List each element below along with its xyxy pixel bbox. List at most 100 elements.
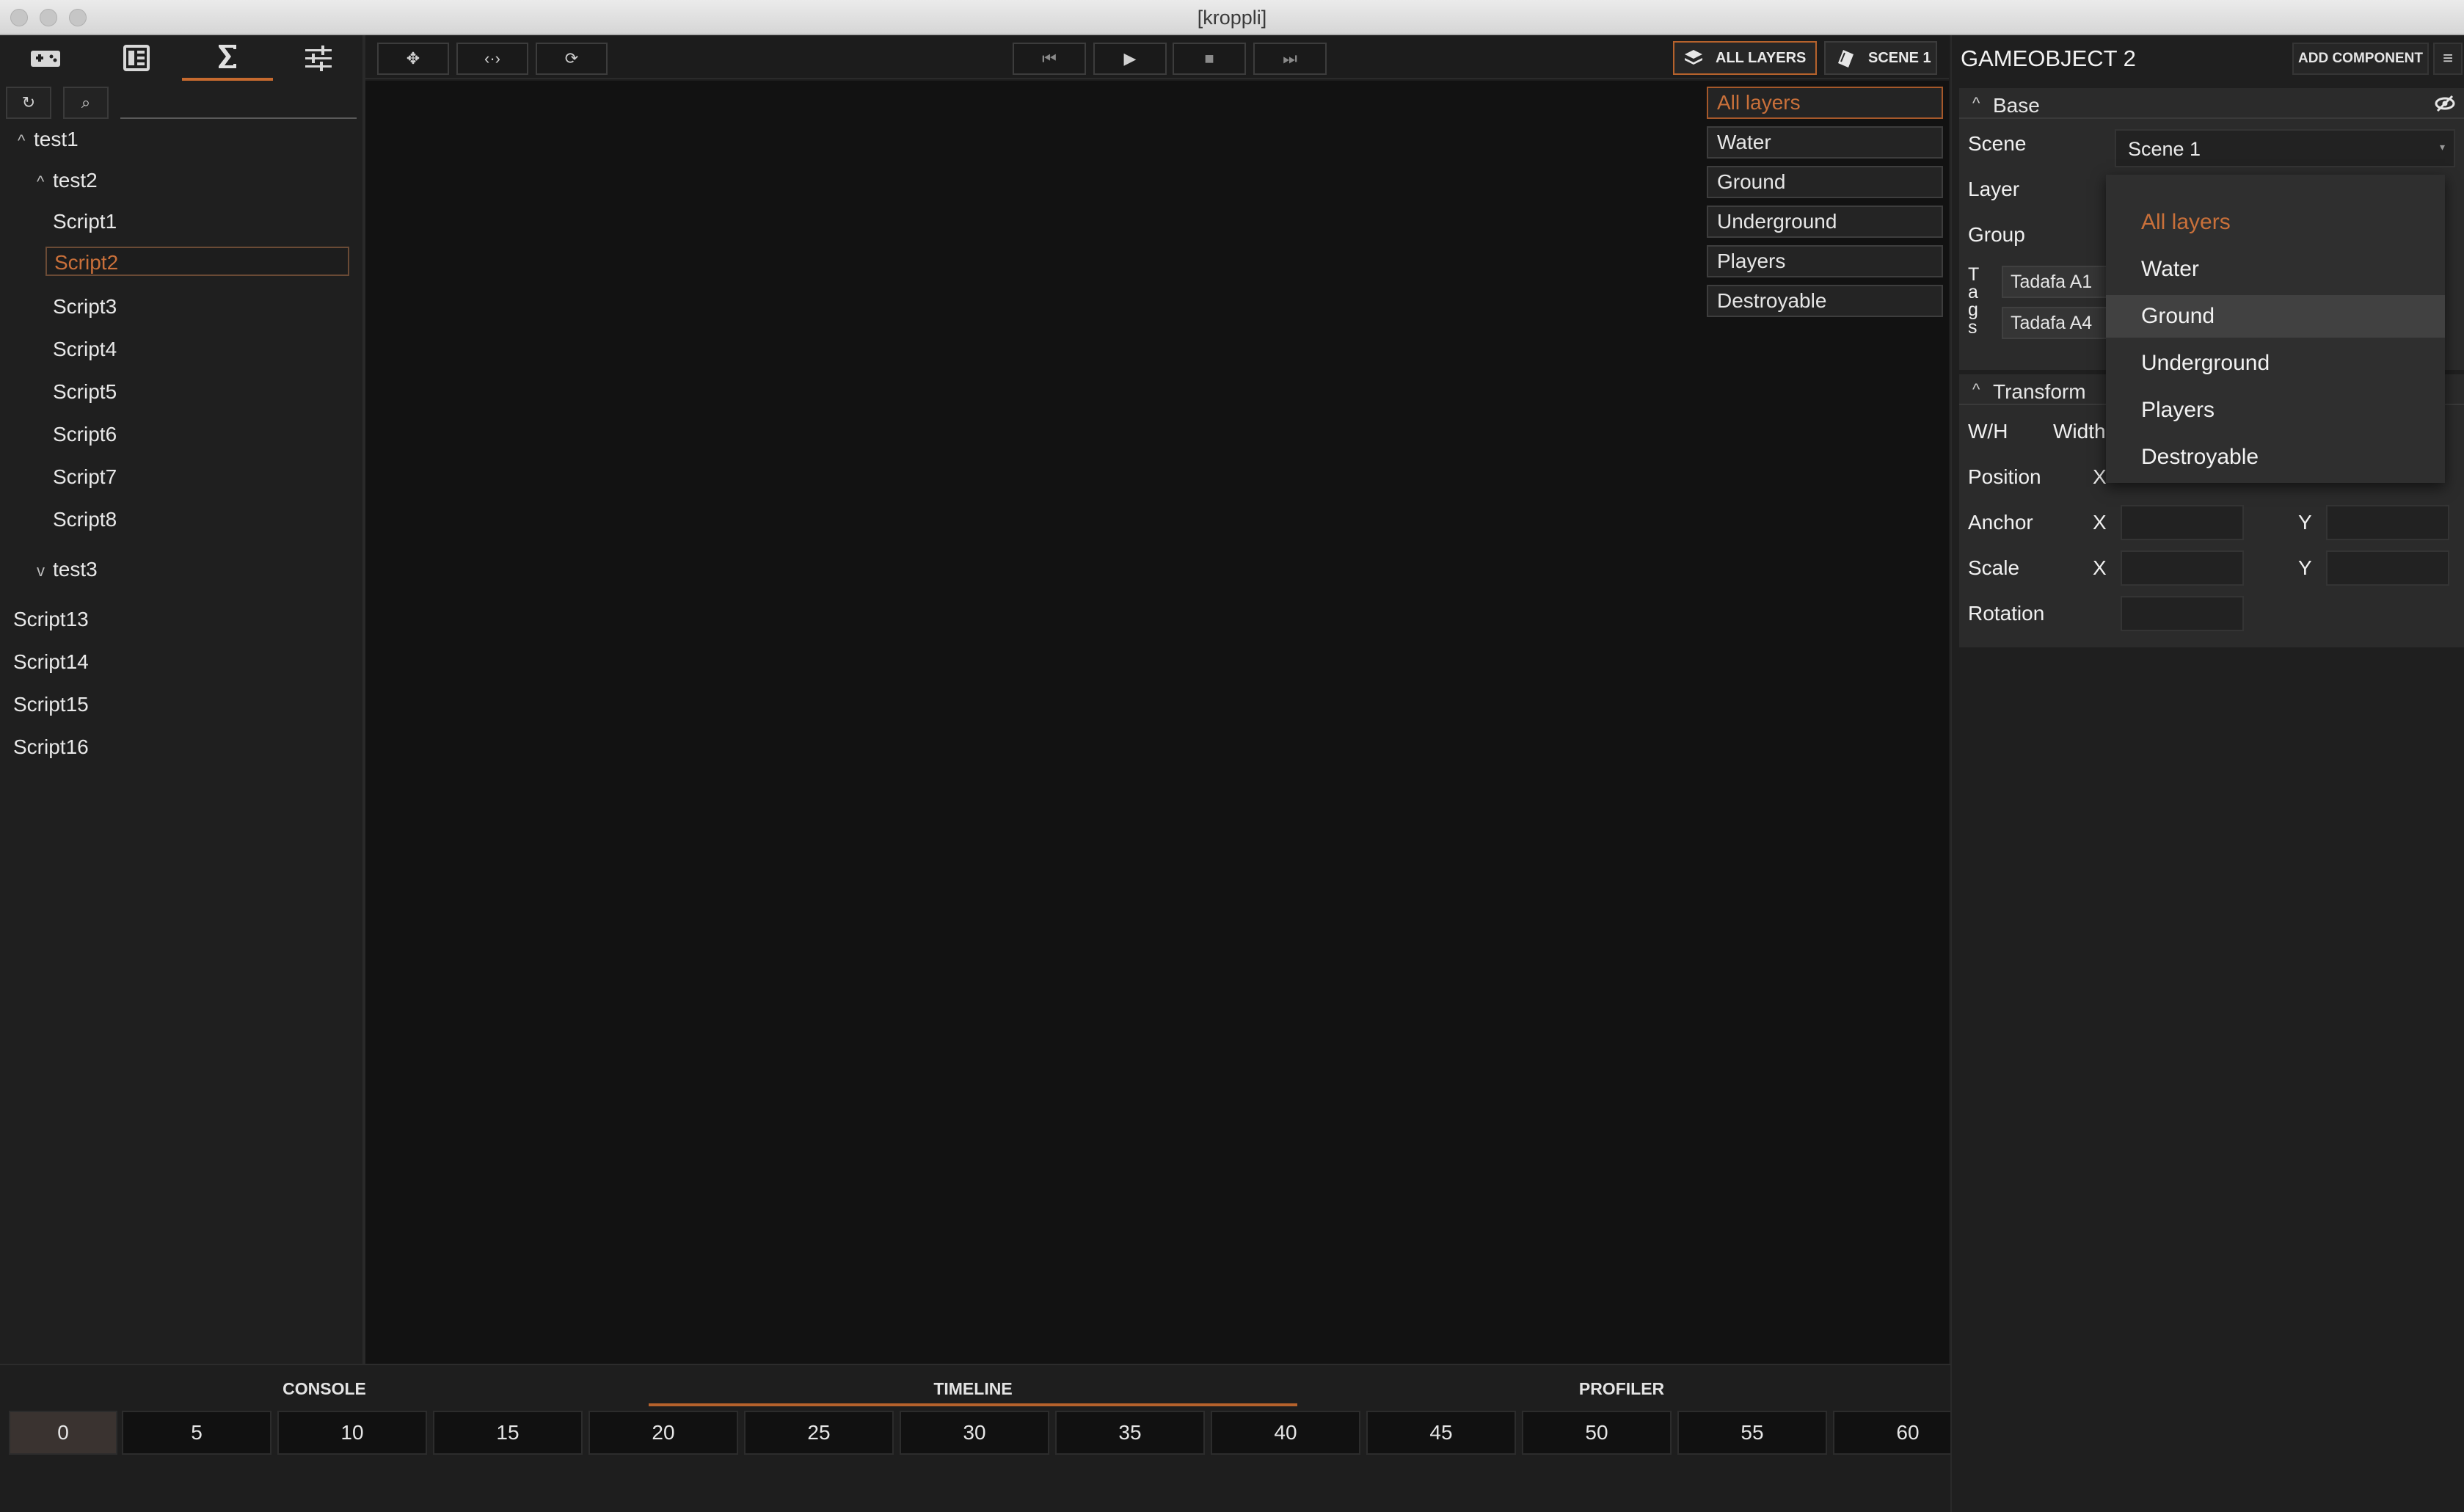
resize-tool-button[interactable]: ‹·›	[456, 43, 528, 75]
tree-item[interactable]: Script4	[53, 335, 117, 364]
scene-viewport[interactable]: All layers Water Ground Underground Players D…	[365, 81, 1949, 1364]
timeline-tick[interactable]: 45	[1366, 1411, 1516, 1455]
scene-label: Scene	[1968, 132, 2027, 155]
menu-icon: ≡	[2442, 48, 2453, 68]
search-input[interactable]	[120, 92, 357, 117]
tree-item[interactable]: Script6	[53, 420, 117, 449]
timeline-tick[interactable]: 5	[122, 1411, 271, 1455]
bottom-tab-profiler[interactable]: PROFILER	[1297, 1371, 1946, 1406]
base-section-header[interactable]: ^ Base	[1959, 88, 2464, 119]
chevron-up-icon[interactable]: ^	[18, 126, 34, 156]
layer-chip[interactable]: Destroyable	[1707, 285, 1943, 317]
search-button[interactable]: ⌕	[63, 87, 109, 119]
layer-dropdown-option[interactable]: Water	[2106, 248, 2445, 291]
tag-chip[interactable]: Tadafa A4	[2002, 307, 2110, 339]
viewport-toolbar: ✥ ‹·› ⟳ ⏮ ▶ ■ ⏭ ALL LAYERS SCENE 1	[365, 35, 1949, 79]
tree-item[interactable]: Script2	[45, 247, 349, 276]
scale-label: Scale	[1968, 556, 2020, 579]
refresh-button[interactable]: ↻	[6, 87, 51, 119]
layer-dropdown-option[interactable]: All layers	[2106, 201, 2445, 244]
resize-icon: ‹·›	[484, 49, 500, 68]
rotate-tool-button[interactable]: ⟳	[536, 43, 608, 75]
timeline-tick[interactable]: 10	[277, 1411, 427, 1455]
tags-label-letter: s	[1968, 317, 1978, 338]
layer-dropdown: All layers Water Ground Underground Players D…	[2106, 175, 2445, 483]
tree-item-label: Script5	[53, 380, 117, 403]
bottom-tab-timeline[interactable]: TIMELINE	[649, 1371, 1297, 1406]
timeline-tick[interactable]: 40	[1211, 1411, 1360, 1455]
tree-item[interactable]: Script1	[53, 207, 117, 236]
rotation-input[interactable]	[2121, 596, 2244, 631]
scene-select[interactable]: Scene 1 ▾	[2115, 129, 2455, 167]
tree-item[interactable]: Script13	[13, 605, 89, 634]
scene-button[interactable]: SCENE 1	[1824, 41, 1937, 75]
refresh-icon: ↻	[21, 93, 36, 112]
move-tool-button[interactable]: ✥	[377, 43, 449, 75]
all-layers-button[interactable]: ALL LAYERS	[1673, 41, 1817, 75]
collapse-caret-icon: ^	[1972, 94, 1980, 112]
tree-item[interactable]: Script7	[53, 462, 117, 492]
chevron-up-icon[interactable]: ^	[37, 167, 53, 197]
left-panel: ↻ ⌕ ^ test1 ^ test2 Script1 Script2 Script3 Scr…	[0, 35, 365, 1364]
anchor-x-input[interactable]	[2121, 505, 2244, 540]
stop-icon: ■	[1204, 49, 1214, 68]
sigma-icon	[219, 45, 236, 68]
position-label: Position	[1968, 465, 2041, 488]
gamepad-icon	[31, 51, 60, 67]
layer-chip[interactable]: Players	[1707, 245, 1943, 277]
tab-panels[interactable]	[91, 35, 182, 81]
tree-item-label: Script6	[53, 423, 117, 446]
timeline-tick[interactable]: 50	[1522, 1411, 1672, 1455]
tree-folder[interactable]: ^ test2	[37, 166, 98, 195]
left-tabs	[0, 35, 365, 81]
stop-button[interactable]: ■	[1173, 43, 1246, 75]
layer-chip[interactable]: Underground	[1707, 206, 1943, 238]
layer-dropdown-option[interactable]: Underground	[2106, 342, 2445, 385]
scale-x-input[interactable]	[2121, 550, 2244, 586]
scene-label: SCENE 1	[1868, 49, 1931, 66]
tree-folder[interactable]: ^ test1	[18, 125, 79, 154]
timeline-tick[interactable]: 35	[1055, 1411, 1205, 1455]
tree-item[interactable]: Script3	[53, 292, 117, 321]
tab-scripts[interactable]	[182, 35, 273, 81]
tag-chip[interactable]: Tadafa A1	[2002, 266, 2110, 298]
timeline-tick[interactable]: 25	[744, 1411, 894, 1455]
tree-folder[interactable]: v test3	[37, 555, 98, 584]
first-frame-button[interactable]: ⏮	[1013, 43, 1086, 75]
inspector-menu-button[interactable]: ≡	[2433, 43, 2463, 75]
timeline-tick[interactable]: 0	[9, 1411, 117, 1455]
layer-label: Layer	[1968, 178, 2020, 200]
last-frame-button[interactable]: ⏭	[1253, 43, 1327, 75]
tab-settings[interactable]	[273, 35, 364, 81]
tree-item[interactable]: Script5	[53, 377, 117, 407]
eye-off-icon[interactable]	[2435, 94, 2455, 113]
bottom-tab-console[interactable]: CONSOLE	[0, 1371, 649, 1406]
timeline-tick[interactable]: 15	[433, 1411, 583, 1455]
anchor-x-label: X	[2093, 511, 2107, 534]
layer-chip[interactable]: Water	[1707, 126, 1943, 159]
timeline-tick[interactable]: 55	[1677, 1411, 1827, 1455]
chevron-down-icon[interactable]: v	[37, 556, 53, 586]
play-button[interactable]: ▶	[1093, 43, 1167, 75]
layer-dropdown-option[interactable]: Ground	[2106, 295, 2445, 338]
tree-item-label: Script16	[13, 735, 89, 758]
layer-chip[interactable]: All layers	[1707, 87, 1943, 119]
layer-dropdown-option[interactable]: Players	[2106, 389, 2445, 432]
scale-y-input[interactable]	[2326, 550, 2449, 586]
layer-dropdown-option[interactable]: Destroyable	[2106, 436, 2445, 479]
tree-item[interactable]: Script15	[13, 690, 89, 719]
timeline-tick[interactable]: 20	[588, 1411, 738, 1455]
add-component-button[interactable]: ADD COMPONENT	[2292, 43, 2429, 75]
transform-section-title: Transform	[1993, 380, 2086, 403]
scene-icon	[1838, 50, 1854, 68]
tree-item[interactable]: Script14	[13, 647, 89, 677]
layer-chip[interactable]: Ground	[1707, 166, 1943, 198]
layers-icon	[1685, 50, 1702, 65]
anchor-y-input[interactable]	[2326, 505, 2449, 540]
move-icon: ✥	[406, 49, 420, 68]
tab-gamepad[interactable]	[0, 35, 91, 81]
window-title: [kroppli]	[1197, 7, 1267, 29]
tree-item[interactable]: Script8	[53, 505, 117, 534]
timeline-tick[interactable]: 30	[900, 1411, 1049, 1455]
tree-item[interactable]: Script16	[13, 733, 89, 762]
